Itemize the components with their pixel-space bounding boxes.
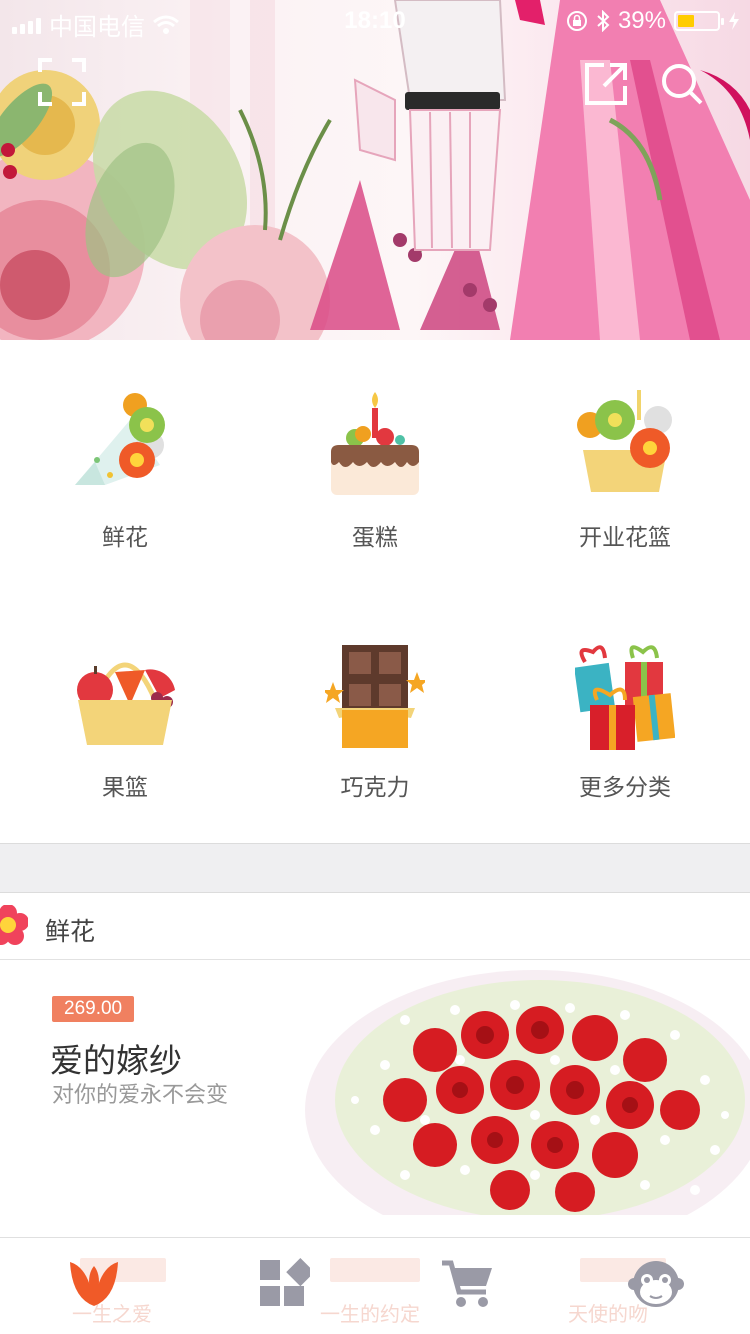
category-cakes[interactable]: 蛋糕 <box>250 340 500 590</box>
category-flowers[interactable]: 鲜花 <box>0 340 250 590</box>
chocolate-icon <box>325 645 425 748</box>
flower-bouquet-icon <box>75 393 165 485</box>
rose-bouquet-image <box>305 970 750 1215</box>
search-icon[interactable] <box>660 62 704 106</box>
fruit-basket-icon <box>77 662 175 745</box>
home-petal-icon <box>70 1262 118 1306</box>
section-divider <box>0 843 750 893</box>
cart-icon <box>442 1260 492 1307</box>
product-card[interactable]: 269.00 爱的嫁纱 对你的爱永不会变 <box>0 960 750 1238</box>
scan-icon[interactable] <box>38 58 86 106</box>
category-more[interactable]: 更多分类 <box>500 590 750 840</box>
category-grid-icon <box>260 1258 310 1306</box>
tab-category[interactable] <box>234 1248 334 1318</box>
product-description: 对你的爱永不会变 <box>52 1082 229 1107</box>
charging-icon <box>729 12 739 30</box>
category-opening-baskets[interactable]: 开业花篮 <box>500 340 750 590</box>
rotation-lock-icon <box>566 11 587 31</box>
ghost-badge <box>330 1258 420 1282</box>
tab-profile[interactable] <box>604 1248 704 1318</box>
section-title: 鲜花 <box>45 918 96 946</box>
battery-icon <box>674 11 724 31</box>
price-badge: 269.00 <box>52 996 135 1022</box>
category-chocolate[interactable]: 巧克力 <box>250 590 500 840</box>
profile-monkey-icon <box>628 1261 684 1307</box>
bluetooth-icon <box>597 10 610 32</box>
product-name: 爱的嫁纱 <box>50 1042 182 1079</box>
battery-percent: 39% <box>617 7 666 34</box>
status-bar: 中国电信 18:10 39% <box>0 0 750 41</box>
section-header-flowers[interactable]: 鲜花 <box>0 893 750 960</box>
gift-boxes-icon <box>575 645 675 750</box>
category-label: 更多分类 <box>579 774 671 800</box>
hero-banner[interactable]: 中国电信 18:10 39% <box>0 0 750 340</box>
category-grid: 鲜花 蛋糕 开业花篮 果篮 巧克力 更多分类 <box>0 340 750 843</box>
category-label: 蛋糕 <box>352 524 398 550</box>
flower-basket-icon <box>577 390 672 492</box>
cake-icon <box>331 392 419 495</box>
category-label: 果篮 <box>102 774 148 800</box>
ghost-label: 一生的约定 <box>320 1304 420 1326</box>
category-fruit-baskets[interactable]: 果篮 <box>0 590 250 840</box>
tab-bar: 一生之爱 一生的约定 天使的吻 <box>0 1237 750 1334</box>
tab-home[interactable] <box>44 1248 144 1318</box>
category-label: 鲜花 <box>102 524 148 550</box>
share-icon[interactable] <box>584 62 628 106</box>
flower-icon <box>0 905 28 945</box>
floral-illustration <box>0 0 750 340</box>
category-label: 巧克力 <box>340 774 410 800</box>
tab-cart[interactable] <box>416 1248 516 1318</box>
category-label: 开业花篮 <box>579 524 671 550</box>
